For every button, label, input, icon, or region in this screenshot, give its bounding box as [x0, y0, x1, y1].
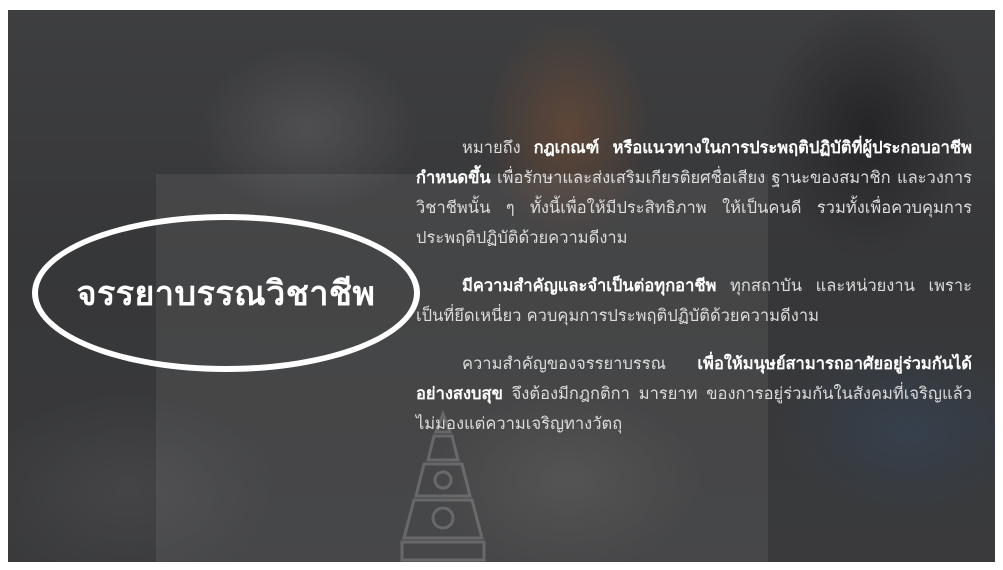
slide-title: จรรยาบรรณวิชาชีพ — [76, 274, 376, 314]
paragraph-rest: เพื่อรักษาและส่งเสริมเกียรติยศชื่อเสียง … — [416, 168, 972, 247]
paragraph-lead: หมายถึง — [462, 138, 534, 157]
title-oval: จรรยาบรรณวิชาชีพ — [32, 214, 420, 372]
paragraph-definition: หมายถึง กฎเกณฑ์ หรือแนวทางในการประพฤติปฏ… — [416, 133, 972, 253]
paragraph-lead: ความสำคัญของจรรยาบรรณ — [462, 354, 698, 373]
paragraph-purpose: ความสำคัญของจรรยาบรรณ เพื่อให้มนุษย์สามา… — [416, 349, 972, 439]
body-text: หมายถึง กฎเกณฑ์ หรือแนวทางในการประพฤติปฏ… — [416, 133, 972, 439]
paragraph-emphasis: มีความสำคัญและจำเป็นต่อทุกอาชีพ — [462, 276, 717, 295]
paragraph-importance: มีความสำคัญและจำเป็นต่อทุกอาชีพ ทุกสถาบั… — [416, 271, 972, 331]
slide: จรรยาบรรณวิชาชีพ หมายถึง กฎเกณฑ์ หรือแนว… — [8, 10, 995, 562]
